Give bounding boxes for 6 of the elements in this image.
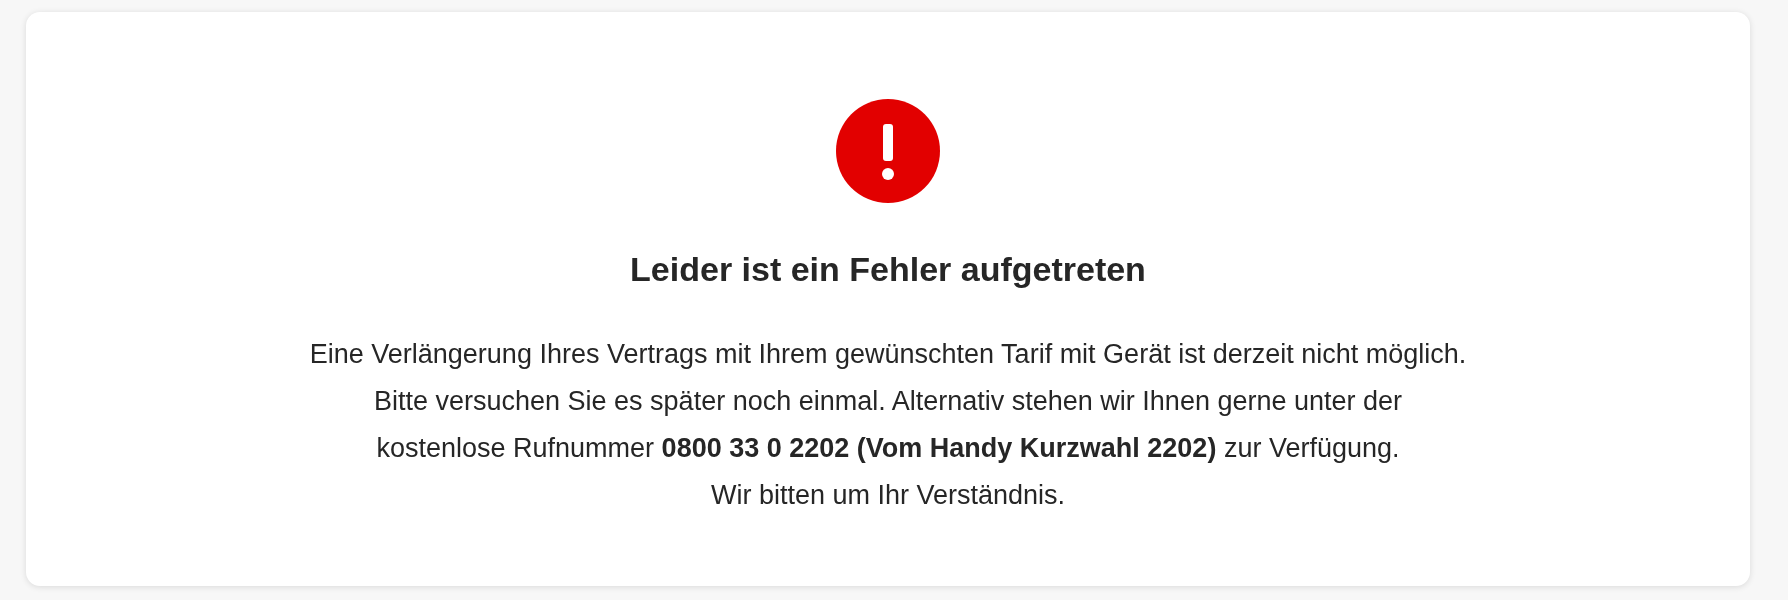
error-title: Leider ist ein Fehler aufgetreten xyxy=(630,249,1146,290)
warning-icon xyxy=(836,99,940,203)
message-text: Wir bitten um Ihr Verständnis. xyxy=(710,479,1066,512)
message-text: Bitte versuchen Sie es später noch einmal. Alternativ stehen wir Ihnen gerne unter der xyxy=(373,385,1403,418)
message-text: kostenlose Rufnummer 0800 33 0 2202 (Vom Handy Kurzwahl 2202) zur Verfügung. xyxy=(376,432,1400,465)
message-text: Eine Verlängerung Ihres Vertrags mit Ihrem gewünschten Tarif mit Gerät ist derzeit nicht möglich. xyxy=(309,338,1467,371)
